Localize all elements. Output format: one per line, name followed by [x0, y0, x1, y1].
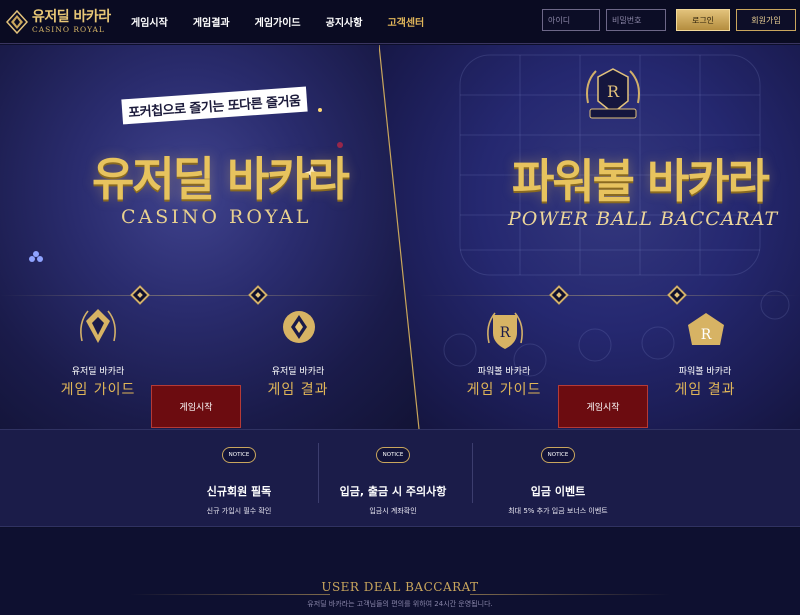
- guide-left-title[interactable]: 게임 가이드: [58, 379, 138, 399]
- logo-diamond-icon: [6, 9, 28, 34]
- powerball-subtitle: POWER BALL BACCARAT: [508, 208, 779, 230]
- footer-subtitle: 유저딜 바카라는 고객님들의 편의를 위하여 24시간 운영됩니다.: [307, 600, 493, 608]
- notice-item[interactable]: NOTICE 입금 이벤트 최대 5% 추가 입금 보너스 이벤트: [448, 430, 668, 528]
- notice-divider: [472, 443, 473, 503]
- top-header: 유저딜 바카라 CASINO ROYAL 게임시작 게임결과 게임가이드 공지사…: [0, 0, 800, 44]
- powerball-guide-emblem-icon[interactable]: R: [483, 307, 527, 355]
- svg-text:R: R: [701, 327, 712, 343]
- powerball-start-button[interactable]: 게임시작: [558, 385, 648, 428]
- user-deal-guide-emblem-icon[interactable]: [76, 305, 120, 353]
- nav-item-game-guide[interactable]: 게임가이드: [255, 14, 301, 29]
- notice-badge[interactable]: NOTICE: [376, 447, 410, 463]
- hero-section: 포커칩으로 즐기는 또다른 즐거움 유저딜 바카라 CASINO ROYAL R…: [0, 45, 800, 429]
- user-deal-start-button[interactable]: 게임시작: [151, 385, 241, 428]
- result-right-label: 파워볼 바카라: [678, 367, 732, 377]
- result-right-title[interactable]: 게임 결과: [665, 379, 745, 399]
- result-left-title[interactable]: 게임 결과: [258, 379, 338, 399]
- notice-bar: NOTICE 신규회원 필독 신규 가입시 필수 확인 NOTICE 입금, 출…: [0, 429, 800, 527]
- nav-item-customer-center[interactable]: 고객센터: [387, 14, 424, 29]
- guide-left-label: 유저딜 바카라: [71, 367, 125, 377]
- footer-line: [470, 594, 670, 595]
- svg-text:R: R: [607, 82, 620, 101]
- nav-item-game-start[interactable]: 게임시작: [131, 14, 168, 29]
- user-deal-subtitle: CASINO ROYAL: [121, 206, 312, 228]
- right-divider-line: [420, 295, 800, 296]
- left-divider-line: [0, 295, 380, 296]
- nav-item-game-result[interactable]: 게임결과: [193, 14, 230, 29]
- notice-badge[interactable]: NOTICE: [541, 447, 575, 463]
- nav-item-notice[interactable]: 공지사항: [326, 14, 363, 29]
- join-button[interactable]: 회원가입: [736, 9, 796, 31]
- logo-title: 유저딜 바카라: [32, 8, 111, 25]
- site-logo[interactable]: 유저딜 바카라 CASINO ROYAL: [6, 8, 121, 34]
- logo-subtitle: CASINO ROYAL: [32, 24, 105, 34]
- login-form: 로그인 회원가입: [542, 9, 796, 31]
- powerball-title: 파워볼 바카라: [512, 154, 770, 208]
- footer-section: USER DEAL BACCARAT 유저딜 바카라는 고객님들의 편의를 위하…: [0, 528, 800, 615]
- id-input[interactable]: [542, 9, 600, 31]
- password-input[interactable]: [606, 9, 666, 31]
- notice-divider: [318, 443, 319, 503]
- footer-title: USER DEAL BACCARAT: [321, 580, 479, 594]
- page: 유저딜 바카라 CASINO ROYAL 게임시작 게임결과 게임가이드 공지사…: [0, 0, 800, 615]
- clover-icon: [29, 251, 43, 262]
- notice-desc: 최대 5% 추가 입금 보너스 이벤트: [508, 507, 608, 515]
- user-deal-title: 유저딜 바카라: [92, 152, 350, 206]
- guide-right-label: 파워볼 바카라: [477, 367, 531, 377]
- login-button[interactable]: 로그인: [676, 9, 730, 31]
- svg-text:R: R: [500, 325, 511, 341]
- guide-right-title[interactable]: 게임 가이드: [464, 379, 544, 399]
- casino-royal-emblem-icon: R: [586, 68, 640, 119]
- panel-divider: [379, 45, 420, 429]
- powerball-result-emblem-icon[interactable]: R: [684, 307, 728, 355]
- main-nav: 게임시작 게임결과 게임가이드 공지사항 고객센터: [131, 14, 449, 29]
- notice-title[interactable]: 입금 이벤트: [448, 483, 668, 499]
- result-left-label: 유저딜 바카라: [271, 367, 325, 377]
- footer-line: [130, 594, 330, 595]
- user-deal-result-emblem-icon[interactable]: [277, 305, 321, 353]
- notice-badge[interactable]: NOTICE: [222, 447, 256, 463]
